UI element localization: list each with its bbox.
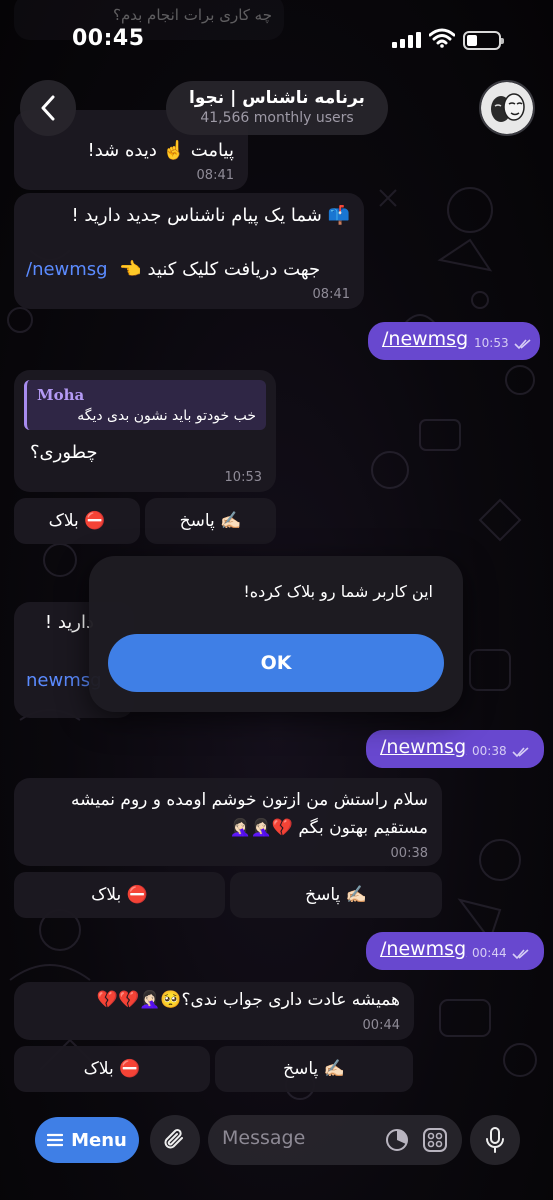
chat-title-pill[interactable]: برنامه ناشناس | نجوا 41,566 monthly user… xyxy=(166,81,388,135)
battery-icon xyxy=(463,31,504,50)
reply-preview[interactable]: Moha خب خودتو باید نشون بدی دیگه xyxy=(24,380,266,430)
message-text-line1: سلام راستش من ازتون خوشم اومده و روم نمی… xyxy=(71,790,428,810)
back-button[interactable] xyxy=(20,80,76,136)
reply-button[interactable]: ✍🏻 پاسخ xyxy=(230,872,442,918)
block-alert-dialog: این کاربر شما رو بلاک کرده! OK xyxy=(89,556,463,712)
double-check-icon xyxy=(512,949,529,960)
message-text-line2: مستقیم بهتون بگم 💔🤦🏻‍♀️🤦🏻‍♀️ xyxy=(229,818,428,838)
reply-button-label: ✍🏻 پاسخ xyxy=(305,885,367,905)
menu-label: Menu xyxy=(71,1129,127,1151)
chevron-left-icon xyxy=(41,95,55,121)
chat-title: برنامه ناشناس | نجوا xyxy=(189,88,365,108)
newmsg-command-link[interactable]: /newmsg xyxy=(380,938,466,960)
chat-screen: 00:45 چه کاری برات انجام بدم؟ برنامه ناش… xyxy=(0,0,553,1200)
newmsg-command-link[interactable]: /newmsg xyxy=(26,259,108,280)
masked-faces-avatar-icon xyxy=(481,82,533,134)
ok-button-label: OK xyxy=(260,652,292,674)
message-time: 10:53 xyxy=(474,336,509,350)
message-time: 08:41 xyxy=(196,168,234,183)
outgoing-message: /newmsg 00:44 xyxy=(366,932,544,970)
message-time: 00:38 xyxy=(472,744,507,758)
chat-subtitle: 41,566 monthly users xyxy=(200,110,354,126)
message-text: همیشه عادت داری جواب ندی؟🥺🤦🏻‍♀️💔💔 xyxy=(96,990,400,1010)
message-time: 00:44 xyxy=(362,1018,400,1033)
message-text: چطوری؟ xyxy=(30,442,98,463)
double-check-icon xyxy=(514,339,531,350)
reply-button-label: ✍🏻 پاسخ xyxy=(179,511,242,531)
block-button-label: ⛔️ بلاک xyxy=(83,1059,141,1079)
outgoing-message: /newmsg 00:38 xyxy=(366,730,544,768)
block-button-label: ⛔️ بلاک xyxy=(91,885,148,905)
message-time: 08:41 xyxy=(312,287,350,302)
ok-button[interactable]: OK xyxy=(108,634,444,692)
bot-avatar[interactable] xyxy=(479,80,535,136)
reply-button[interactable]: ✍🏻 پاسخ xyxy=(145,498,276,544)
block-button[interactable]: ⛔️ بلاک xyxy=(14,872,225,918)
newmsg-command-link[interactable]: /newmsg xyxy=(382,328,468,350)
cellular-signal-icon xyxy=(392,32,421,48)
message-text-line1: 📫 شما یک پیام ناشناس جدید دارید ! xyxy=(71,205,350,226)
message-text-line1: دارید ! xyxy=(44,612,94,633)
reply-text: خب خودتو باید نشون بدی دیگه xyxy=(77,408,256,424)
block-button[interactable]: ⛔️ بلاک xyxy=(14,498,140,544)
bot-menu-button[interactable]: Menu xyxy=(35,1117,139,1163)
voice-record-button[interactable] xyxy=(470,1115,520,1165)
message-time: 00:38 xyxy=(390,846,428,861)
paperclip-icon xyxy=(164,1129,183,1149)
incoming-message: همیشه عادت داری جواب ندی؟🥺🤦🏻‍♀️💔💔 00:44 xyxy=(14,982,414,1040)
message-time: 00:44 xyxy=(472,946,507,960)
alert-message: این کاربر شما رو بلاک کرده! xyxy=(243,582,433,601)
newmsg-command-link[interactable]: /newmsg xyxy=(380,736,466,758)
double-check-icon xyxy=(512,747,529,758)
menu-lines-icon xyxy=(47,1133,64,1147)
message-time: 10:53 xyxy=(224,470,262,485)
reply-button-label: ✍🏻 پاسخ xyxy=(283,1059,345,1079)
attach-button[interactable] xyxy=(150,1115,200,1165)
message-input-container xyxy=(208,1115,462,1165)
timer-icon[interactable] xyxy=(384,1127,410,1153)
incoming-message: 📫 شما یک پیام ناشناس جدید دارید ! /newms… xyxy=(14,193,364,309)
wifi-icon xyxy=(429,28,455,48)
outgoing-message: /newmsg 10:53 xyxy=(368,322,540,360)
message-input[interactable] xyxy=(222,1127,372,1149)
incoming-message: سلام راستش من ازتون خوشم اومده و روم نمی… xyxy=(14,778,442,866)
status-bar: 00:45 xyxy=(0,0,553,78)
status-time: 00:45 xyxy=(72,26,145,51)
reply-button[interactable]: ✍🏻 پاسخ xyxy=(215,1046,413,1092)
block-button-label: ⛔️ بلاک xyxy=(48,511,106,531)
sticker-icon[interactable] xyxy=(422,1127,448,1153)
microphone-icon xyxy=(486,1127,504,1153)
block-button[interactable]: ⛔️ بلاک xyxy=(14,1046,210,1092)
message-text-line2: جهت دریافت کلیک کنید 👈 xyxy=(119,259,321,280)
message-text: پیامت ☝️ دیده شد! xyxy=(87,140,234,161)
incoming-message: Moha خب خودتو باید نشون بدی دیگه چطوری؟ … xyxy=(14,370,276,492)
reply-author: Moha xyxy=(37,386,85,404)
